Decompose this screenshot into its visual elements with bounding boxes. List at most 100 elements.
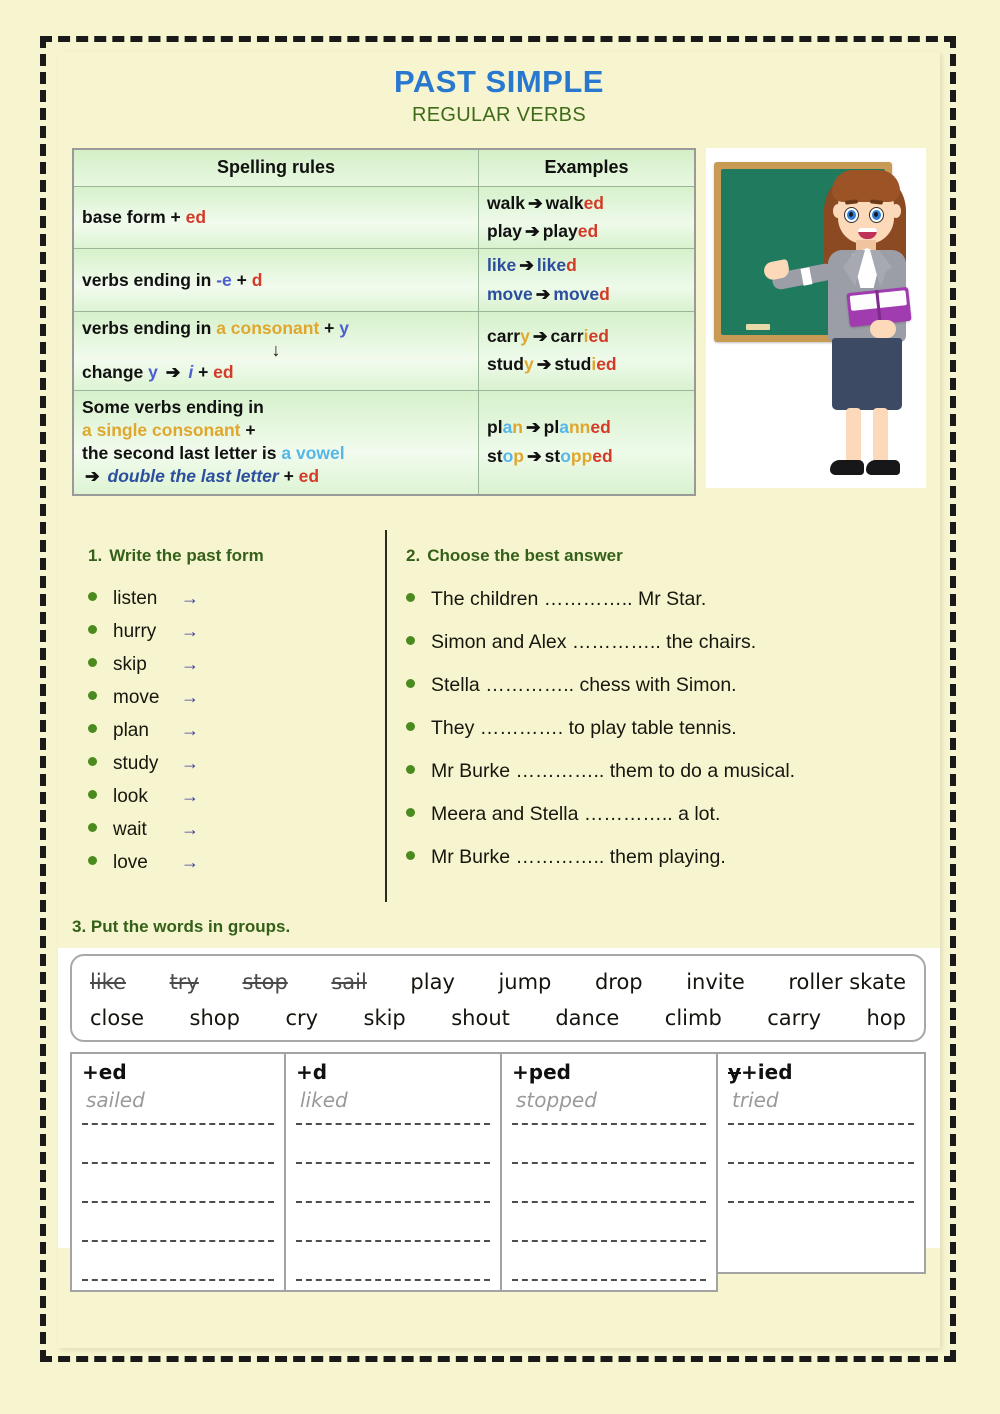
exercise-2-list: The children ………….. Mr Star. Simon and A… [406,588,926,889]
blank-row[interactable] [512,1203,706,1242]
grouping-table: +ed sailed +d liked +ped stopped y+ied t… [70,1052,926,1292]
list-item[interactable]: hurry → [88,621,373,654]
example-base: walk [487,192,525,213]
word-chip[interactable]: stop [242,970,287,994]
word-chip[interactable]: shout [451,1006,510,1030]
word-chip[interactable]: climb [665,1006,722,1030]
bullet-icon [88,856,97,865]
rule-cell-consonant-y: verbs ending in a consonant + y ↓ change… [72,311,479,391]
teacher-leg-left [846,408,861,464]
blank-row[interactable] [82,1242,274,1281]
blank-row[interactable] [512,1242,706,1281]
answer-row[interactable]: liked [296,1086,490,1125]
bullet-icon [406,679,415,688]
list-item[interactable]: Stella ………….. chess with Simon. [406,674,926,717]
list-item[interactable]: The children ………….. Mr Star. [406,588,926,631]
word-chip[interactable]: play [410,970,454,994]
list-item[interactable]: listen → [88,588,373,621]
arrow-icon: → [181,687,199,707]
word-bank: like try stop sail play jump drop invite… [70,954,926,1042]
blank-row[interactable] [296,1203,490,1242]
word-chip[interactable]: roller skate [788,970,906,994]
rule-y-2: y [148,362,158,383]
write-line [296,1279,490,1281]
teacher-illustration [706,148,926,488]
blank-row[interactable] [296,1242,490,1281]
example-base-consonant: n [512,417,523,438]
blank-row[interactable] [512,1164,706,1203]
arrow-icon: ➔ [527,192,543,213]
word-chip[interactable]: try [170,970,199,994]
blank-row[interactable] [728,1125,914,1164]
group-header-rest: +ied [741,1060,793,1084]
blank-row[interactable] [82,1203,274,1242]
example-suffix: d [599,283,610,304]
suffix-d: d [251,269,263,290]
list-item[interactable]: Mr Burke ………….. them to do a musical. [406,760,926,803]
answer-row[interactable]: sailed [82,1086,274,1125]
table-row: verbs ending in -e + d like ➔ liked move ➔ m… [72,248,696,312]
list-item[interactable]: skip → [88,654,373,687]
example-stem-vowel: a [559,417,569,438]
sentence: Simon and Alex ………….. the chairs. [431,631,757,653]
bullet-icon [88,691,97,700]
worksheet-paper: PAST SIMPLE REGULAR VERBS Spelling rules… [58,52,940,1348]
word-chip[interactable]: dance [555,1006,619,1030]
list-item[interactable]: love → [88,852,373,885]
example-stem: stud [554,354,592,375]
blank-row[interactable] [512,1125,706,1164]
word-bank-row-2: close shop cry skip shout dance climb ca… [90,1000,906,1036]
list-item[interactable]: Mr Burke ………….. them playing. [406,846,926,889]
list-item[interactable]: wait → [88,819,373,852]
word-chip[interactable]: close [90,1006,144,1030]
arrow-icon: ➔ [536,354,552,375]
list-item[interactable]: look → [88,786,373,819]
word-bank-row-1: like try stop sail play jump drop invite… [90,964,906,1000]
arrow-icon: → [181,819,199,839]
answer-row[interactable]: stopped [512,1086,706,1125]
answer-row[interactable]: tried [728,1086,914,1125]
group-column-d: +d liked [286,1052,502,1292]
list-item[interactable]: move → [88,687,373,720]
rule-i: i [188,362,194,383]
blank-row[interactable] [296,1164,490,1203]
bullet-icon [406,636,415,645]
word-chip[interactable]: jump [498,970,551,994]
arrow-icon: ➔ [519,255,534,276]
word-chip[interactable]: hop [866,1006,906,1030]
rule-y: y [339,318,349,338]
teacher-fringe [832,170,900,202]
blank-row[interactable] [82,1164,274,1203]
sample-answer: stopped [516,1088,597,1112]
table-header-row: Spelling rules Examples [72,148,696,187]
word-chip[interactable]: carry [767,1006,821,1030]
example-base-a: stud [487,354,524,375]
blank-row[interactable] [82,1125,274,1164]
word-chip[interactable]: sail [331,970,366,994]
word-chip[interactable]: shop [190,1006,240,1030]
blank-row[interactable] [728,1164,914,1203]
rule-line-2: a single consonant + [82,419,470,442]
rule-lead: verbs ending in [82,269,212,290]
verb-word: skip [113,654,147,675]
rule-lead: Some verbs ending in [82,396,264,417]
example-stem: move [553,283,600,304]
word-chip[interactable]: invite [686,970,745,994]
bullet-icon [88,757,97,766]
teacher-teeth [858,228,877,232]
list-item[interactable]: plan → [88,720,373,753]
word-chip[interactable]: cry [285,1006,318,1030]
blank-row[interactable] [296,1125,490,1164]
word-chip[interactable]: skip [364,1006,406,1030]
group-header: +ped [512,1060,571,1084]
example-suffix: ed [590,417,611,438]
word-chip[interactable]: drop [595,970,643,994]
list-item[interactable]: They …………. to play table tennis. [406,717,926,760]
verb-word: hurry [113,621,157,642]
list-item[interactable]: study → [88,753,373,786]
list-item[interactable]: Meera and Stella ………….. a lot. [406,803,926,846]
word-chip[interactable]: like [90,970,126,994]
list-item[interactable]: Simon and Alex ………….. the chairs. [406,631,926,674]
rule-line-4: ➔ double the last letter + ed [82,465,470,488]
example-carry: carry ➔ carried [487,325,686,348]
